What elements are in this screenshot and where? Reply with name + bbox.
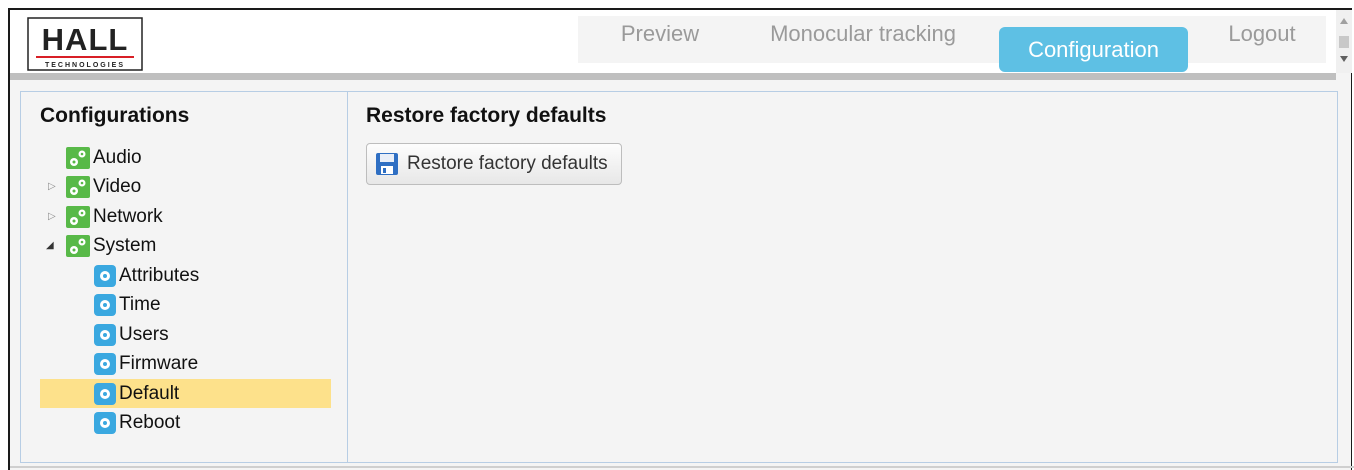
sidebar-title: Configurations bbox=[40, 104, 190, 127]
tree-item-time[interactable]: Time bbox=[94, 292, 161, 318]
button-label: Restore factory defaults bbox=[407, 153, 608, 174]
gear-icon bbox=[94, 294, 116, 316]
tree-item-audio[interactable]: Audio bbox=[66, 145, 142, 171]
tree-item-label: Attributes bbox=[119, 265, 200, 286]
gear-icon bbox=[94, 412, 116, 434]
tree-item-label: Network bbox=[93, 206, 163, 227]
scrollbar[interactable] bbox=[1336, 10, 1352, 73]
floppy-disk-icon bbox=[376, 153, 398, 175]
gear-icon bbox=[94, 353, 116, 375]
restore-factory-defaults-button[interactable]: Restore factory defaults bbox=[366, 143, 622, 185]
tree-item-network[interactable]: Network bbox=[66, 204, 163, 230]
hall-logo: HALL TECHNOLOGIES bbox=[27, 17, 143, 71]
page-title: Restore factory defaults bbox=[366, 104, 607, 127]
scroll-arrows-icon bbox=[1339, 18, 1349, 62]
tree-item-label: System bbox=[93, 235, 157, 256]
expand-arrow-icon[interactable]: ▷ bbox=[48, 211, 56, 222]
tree-item-reboot[interactable]: Reboot bbox=[94, 410, 180, 436]
gears-icon bbox=[66, 206, 90, 228]
tree-item-video[interactable]: Video bbox=[66, 174, 141, 200]
gear-icon bbox=[94, 383, 116, 405]
bottom-edge bbox=[10, 466, 1354, 468]
tree-item-system[interactable]: System bbox=[66, 233, 156, 259]
tab-preview[interactable]: Preview bbox=[600, 11, 720, 56]
tree-item-label: Reboot bbox=[119, 412, 181, 433]
tab-logout[interactable]: Logout bbox=[1200, 11, 1324, 56]
tree-item-label: Firmware bbox=[119, 353, 199, 374]
selected-row-highlight bbox=[40, 379, 331, 408]
tree-item-firmware[interactable]: Firmware bbox=[94, 351, 198, 377]
tree-item-label: Users bbox=[119, 324, 169, 345]
collapse-arrow-icon[interactable]: ◢ bbox=[46, 240, 54, 251]
gear-icon bbox=[94, 324, 116, 346]
gear-icon bbox=[94, 265, 116, 287]
tree-item-label: Default bbox=[119, 383, 180, 404]
header-divider bbox=[10, 73, 1336, 80]
tree-item-users[interactable]: Users bbox=[94, 322, 169, 348]
gears-icon bbox=[66, 147, 90, 169]
tree-item-default[interactable]: Default bbox=[94, 381, 179, 407]
expand-arrow-icon[interactable]: ▷ bbox=[48, 181, 56, 192]
logo-subtext: TECHNOLOGIES bbox=[45, 62, 125, 69]
tab-monocular-tracking[interactable]: Monocular tracking bbox=[748, 11, 978, 56]
tree-item-attributes[interactable]: Attributes bbox=[94, 263, 199, 289]
gears-icon bbox=[66, 235, 90, 257]
tree-item-label: Audio bbox=[93, 147, 142, 168]
tree-item-label: Time bbox=[119, 294, 161, 315]
tab-configuration[interactable]: Configuration bbox=[999, 27, 1188, 72]
gears-icon bbox=[66, 176, 90, 198]
tree-item-label: Video bbox=[93, 176, 142, 197]
